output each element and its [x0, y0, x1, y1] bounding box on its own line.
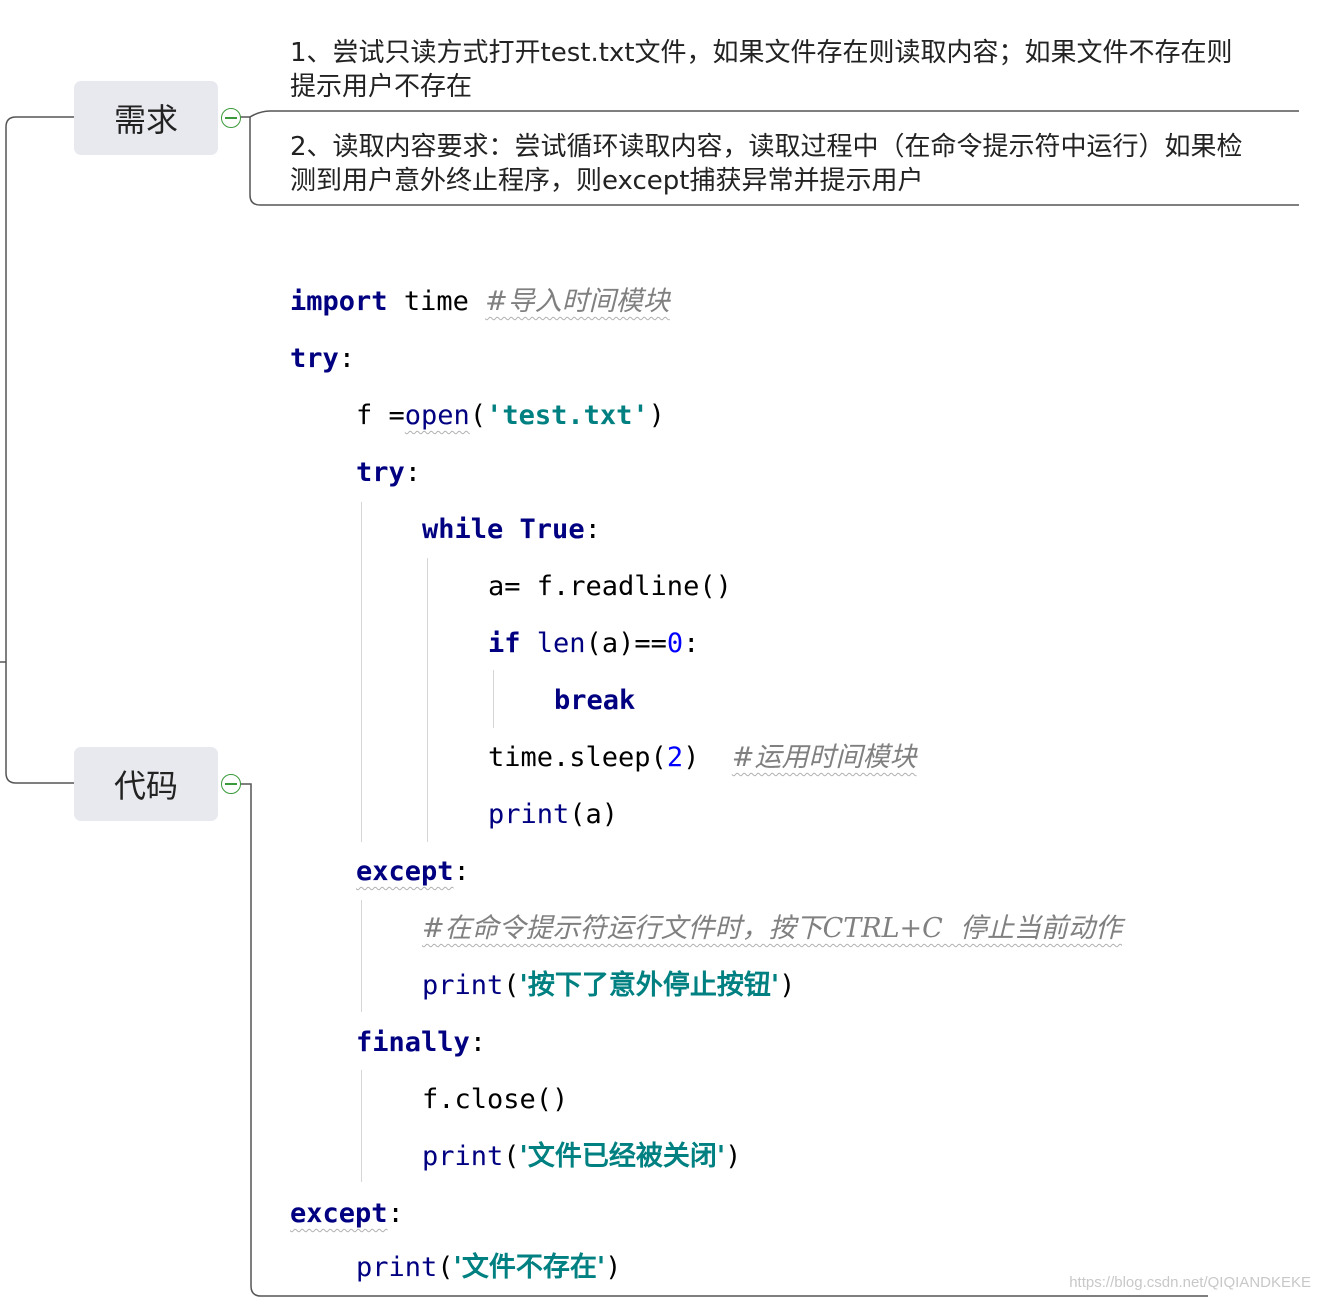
code-comment: #在命令提示符运行文件时，按下CTRL+C 停止当前动作: [422, 913, 1122, 944]
code-line-13: print('按下了意外停止按钮'): [422, 970, 796, 1001]
code-line-10: print(a): [488, 799, 619, 830]
code-line-8: break: [554, 685, 636, 716]
collapse-requirements-icon[interactable]: [221, 108, 241, 128]
indent-guide: [361, 502, 362, 842]
node-requirements[interactable]: 需求: [74, 81, 218, 155]
code-line-11: except:: [356, 856, 470, 887]
requirement-item-1[interactable]: 1、尝试只读方式打开test.txt文件，如果文件存在则读取内容；如果文件不存在…: [290, 36, 1290, 104]
requirement-2-line-2: 测到用户意外终止程序，则except捕获异常并提示用户: [290, 166, 924, 196]
code-comment: #导入时间模块: [485, 286, 670, 317]
collapse-code-icon[interactable]: [221, 774, 241, 794]
code-line-16: print('文件已经被关闭'): [422, 1141, 742, 1172]
requirement-item-2[interactable]: 2、读取内容要求：尝试循环读取内容，读取过程中（在命令提示符中运行）如果检 测到…: [290, 130, 1290, 198]
node-code-label: 代码: [113, 767, 178, 805]
code-line-5: while True:: [422, 514, 601, 545]
code-line-4: try:: [356, 457, 422, 488]
code-line-15: f.close(): [422, 1084, 569, 1115]
code-line-1: import time #导入时间模块: [290, 286, 670, 317]
requirement-2-line-1: 2、读取内容要求：尝试循环读取内容，读取过程中（在命令提示符中运行）如果检: [290, 132, 1243, 162]
node-code[interactable]: 代码: [74, 747, 218, 821]
requirement-1-line-1: 1、尝试只读方式打开test.txt文件，如果文件存在则读取内容；如果文件不存在…: [290, 38, 1233, 68]
code-line-6: a= f.readline(): [488, 571, 732, 602]
code-line-7: if len(a)==0:: [488, 628, 700, 659]
indent-guide: [493, 670, 494, 728]
code-comment: #运用时间模块: [731, 742, 917, 773]
indent-guide: [427, 558, 428, 842]
code-line-18: print('文件不存在'): [356, 1252, 622, 1283]
code-line-9: time.sleep(2) #运用时间模块: [488, 742, 917, 773]
node-requirements-label: 需求: [113, 101, 178, 139]
requirement-1-line-2: 提示用户不存在: [290, 72, 473, 102]
code-line-3: f =open('test.txt'): [356, 400, 665, 431]
indent-guide: [361, 900, 362, 1012]
code-line-12: #在命令提示符运行文件时，按下CTRL+C 停止当前动作: [422, 909, 1122, 949]
indent-guide: [361, 1070, 362, 1182]
code-line-2: try:: [290, 343, 356, 374]
code-line-14: finally:: [356, 1027, 487, 1058]
watermark: https://blog.csdn.net/QIQIANDKEKE: [1069, 1274, 1311, 1291]
code-line-17: except:: [290, 1198, 404, 1229]
